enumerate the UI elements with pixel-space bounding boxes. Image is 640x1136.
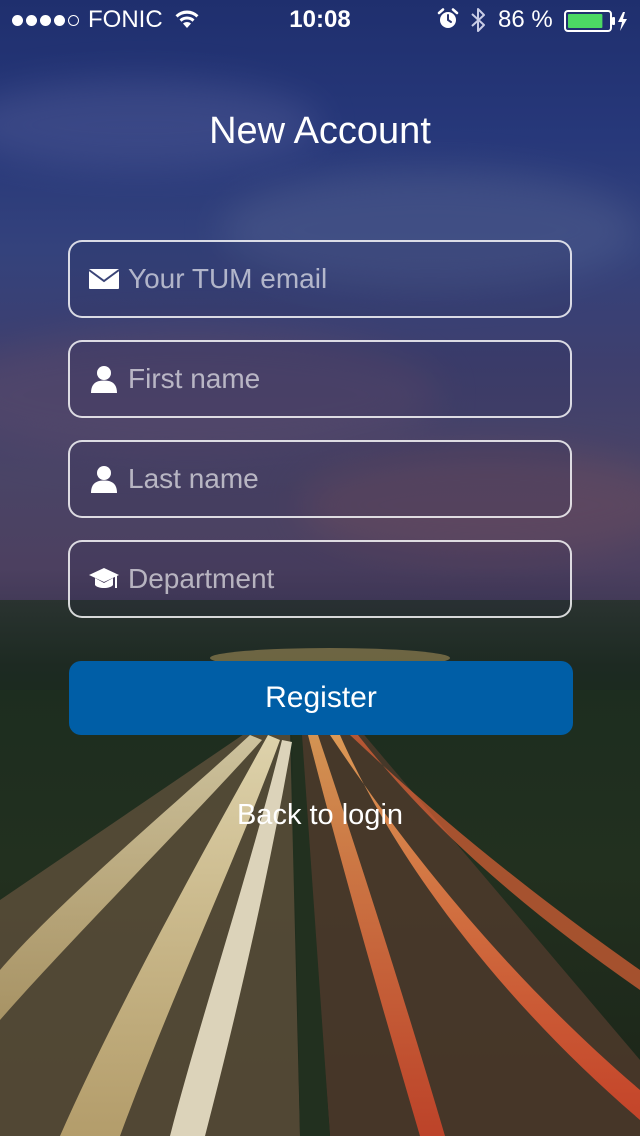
bluetooth-icon [470,6,486,41]
graduation-cap-icon [88,564,120,594]
back-to-login-link[interactable]: Back to login [0,795,640,835]
page-title: New Account [209,110,431,152]
last-name-field[interactable] [68,440,572,518]
register-button[interactable]: Register [69,661,573,735]
envelope-icon [88,264,120,294]
status-bar: FONIC 10:08 86 % [0,0,640,40]
alarm-icon [437,8,459,37]
screen: FONIC 10:08 86 % New Account Your TUM em… [0,0,640,1136]
department-input[interactable] [128,542,558,616]
department-field[interactable] [68,540,572,618]
first-name-field[interactable] [68,340,572,418]
first-name-input[interactable] [128,342,558,416]
person-icon [88,364,120,394]
email-field[interactable] [68,240,572,318]
last-name-input[interactable] [128,442,558,516]
battery-icon [564,10,630,39]
person-icon [88,464,120,494]
charging-icon [618,12,627,31]
battery-percentage: 86 % [498,6,553,33]
email-input[interactable] [128,242,558,316]
